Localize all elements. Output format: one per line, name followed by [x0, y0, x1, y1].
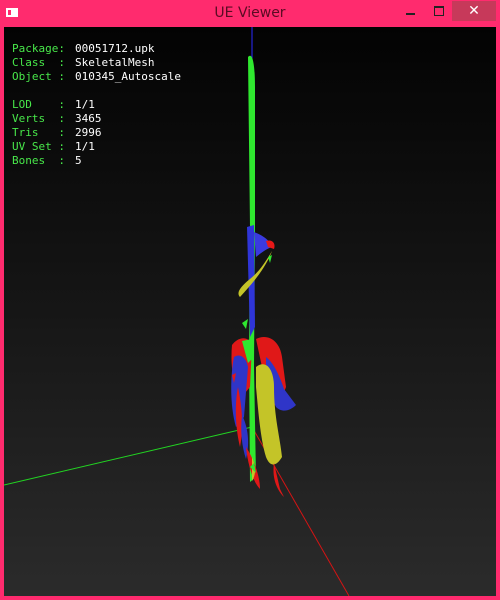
maximize-button[interactable]: [426, 1, 452, 21]
info-row-uvset: UV Set :1/1: [12, 140, 95, 153]
title-bar[interactable]: UE Viewer ✕: [0, 0, 500, 27]
minimize-button[interactable]: [397, 1, 423, 21]
close-icon: ✕: [468, 3, 480, 19]
mesh-bit-green-1: [242, 319, 248, 329]
window-title: UE Viewer: [214, 5, 286, 21]
info-row-verts: Verts :3465: [12, 112, 102, 125]
mesh-info-panel: Package: 00051712.upk Class : SkeletalMesh…: [12, 42, 181, 168]
info-row-lod: LOD :1/1: [12, 98, 95, 111]
mesh-hook-green-bits: [268, 255, 272, 263]
info-row-tris: Tris :2996: [12, 126, 102, 139]
y-axis-line: [4, 426, 253, 486]
mesh-hook-yellow-curve: [238, 251, 272, 297]
info-row-object: Object :010345_Autoscale: [12, 70, 181, 83]
3d-viewport[interactable]: Package: 00051712.upk Class : SkeletalMesh…: [4, 27, 496, 596]
maximize-icon: [434, 6, 444, 16]
close-button[interactable]: ✕: [452, 1, 496, 21]
info-row-bones: Bones :5: [12, 154, 82, 167]
app-window: UE Viewer ✕ Package: 00051712.upk Class …: [0, 0, 500, 600]
info-row-package: Package: 00051712.upk: [12, 42, 155, 55]
minimize-icon: [405, 13, 415, 15]
info-row-class: Class : SkeletalMesh: [12, 56, 155, 69]
